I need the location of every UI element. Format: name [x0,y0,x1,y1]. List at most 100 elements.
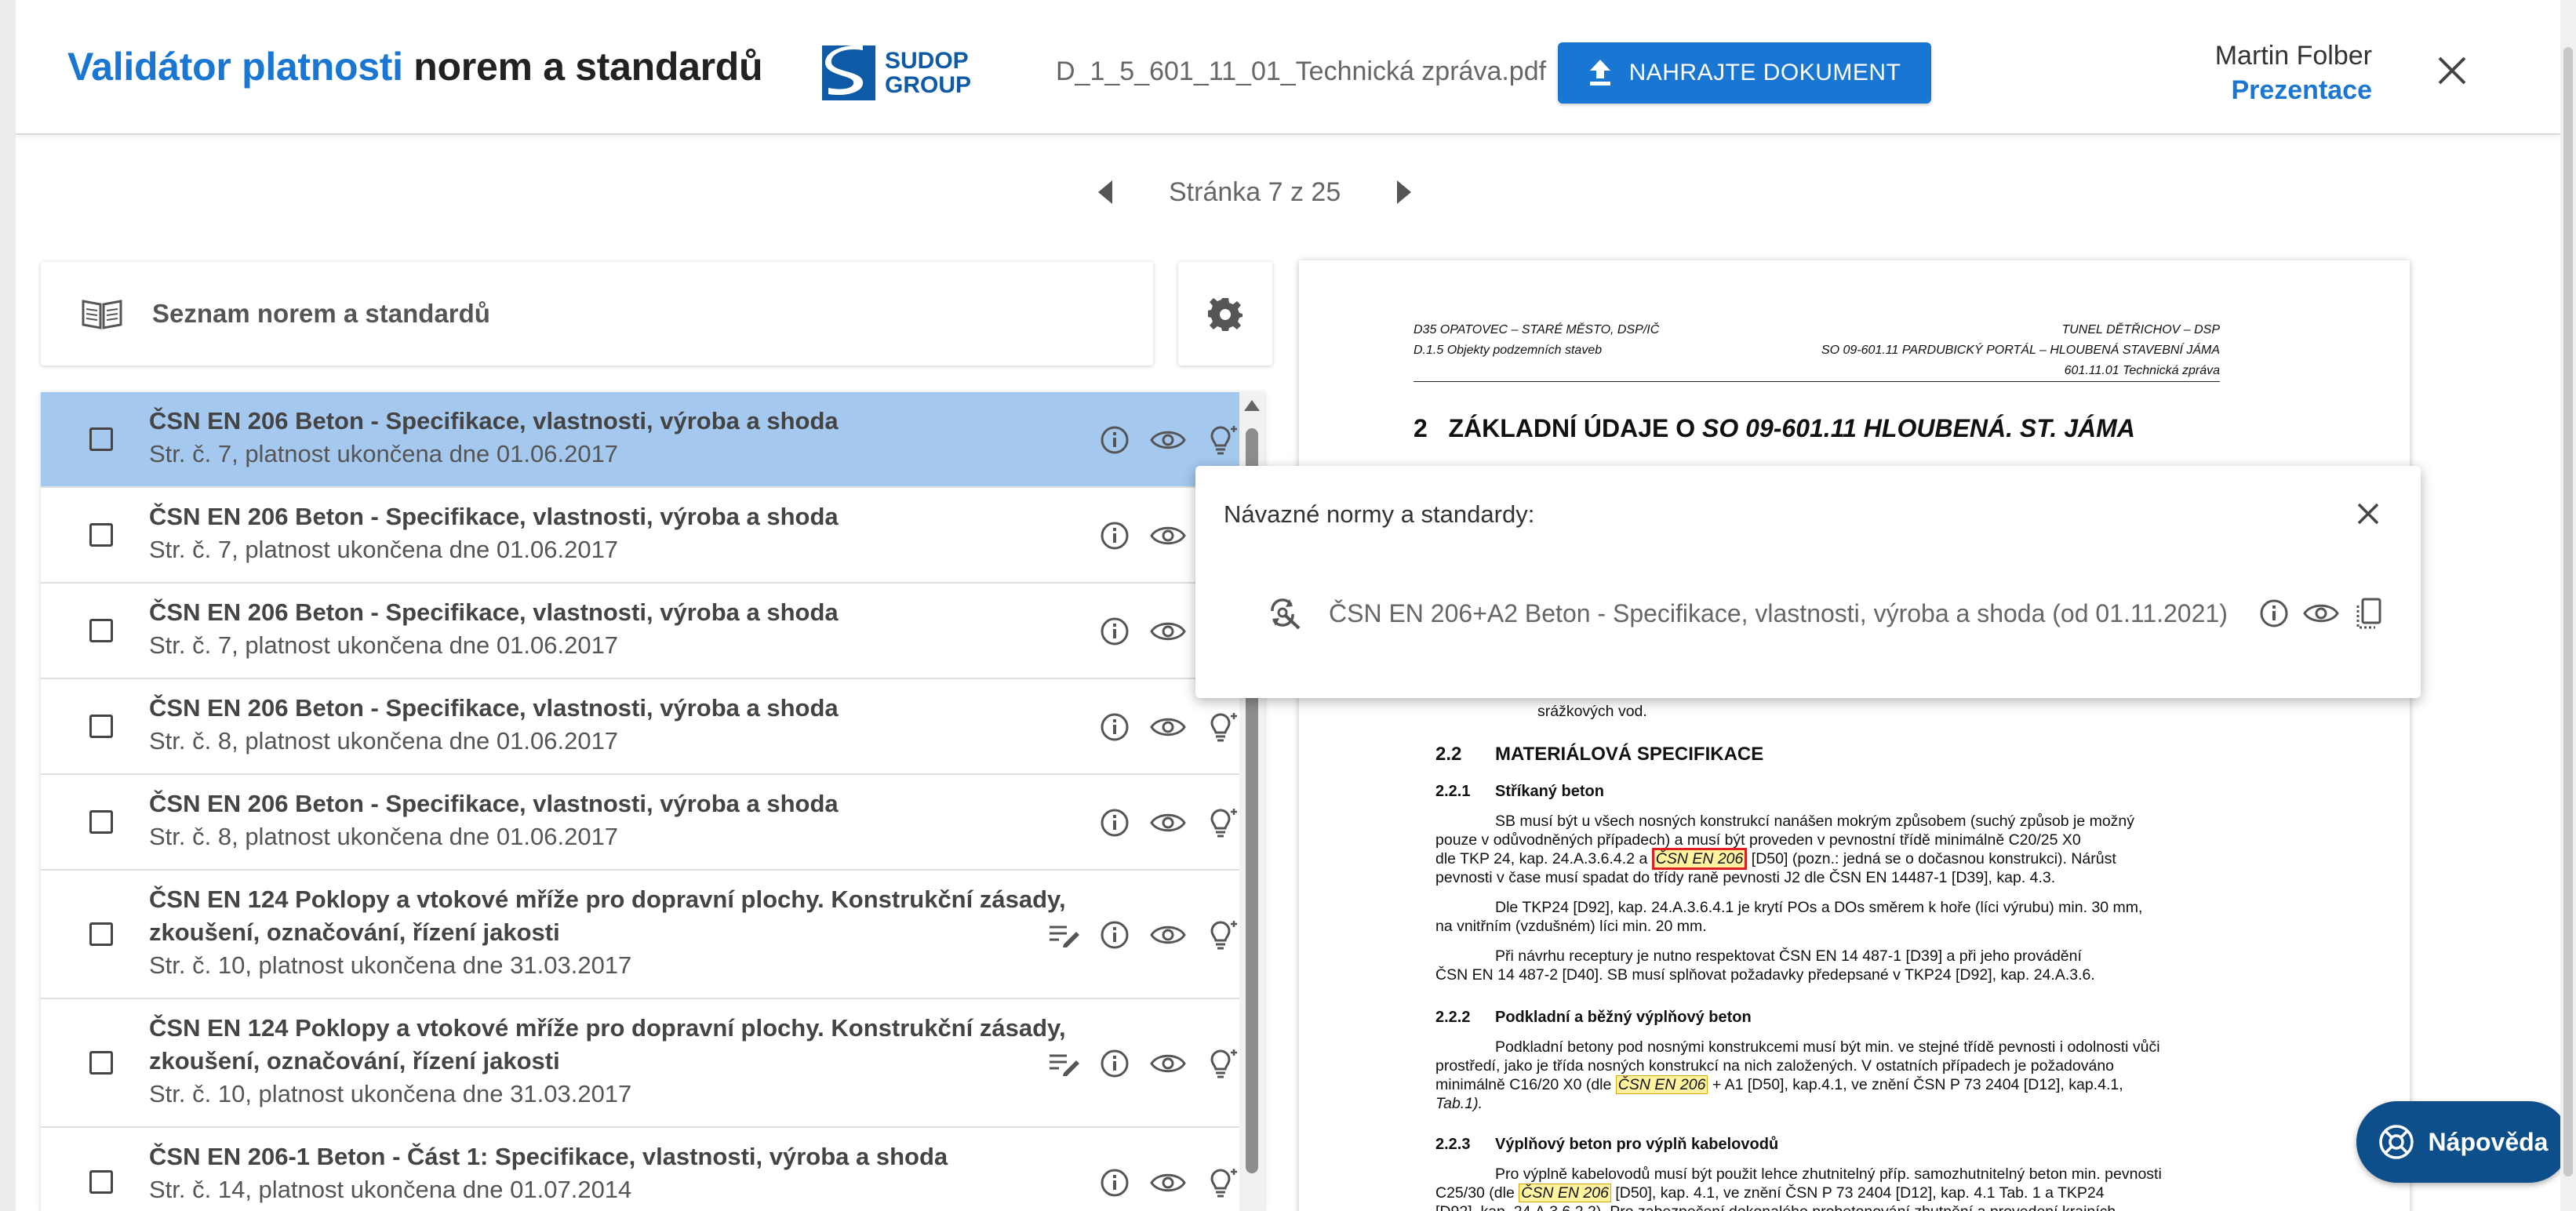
info-icon[interactable] [1100,808,1130,838]
lightbulb-icon[interactable] [1206,918,1241,952]
doc-p5-line3: [D92], kap. 24.A.3.6.2.2). Pro zabezpeče… [1435,1203,2116,1211]
help-button[interactable]: Nápověda [2356,1101,2560,1183]
eye-icon[interactable] [1150,811,1186,835]
doc-p5-line2b: [D50], kap. 4.1, ve znění ČSN P 73 2404 … [1615,1184,2105,1202]
info-icon[interactable] [1100,1168,1130,1198]
norm-list-item[interactable]: ČSN EN 206 Beton - Specifikace, vlastnos… [41,392,1264,488]
doc-section-2-2-2: Podkladní a běžný výplňový beton [1495,1009,1752,1026]
norm-checkbox[interactable] [89,810,113,834]
norm-actions [1079,1166,1241,1200]
logo-line2: GROUP [885,72,972,98]
doc-highlight-csn-en-206-2[interactable]: ČSN EN 206 [1519,1184,1611,1202]
norm-title: ČSN EN 206 Beton - Specifikace, vlastnos… [149,503,839,530]
document-filename: D_1_5_601_11_01_Technická zpráva.pdf [1056,56,1547,86]
norm-checkbox[interactable] [89,1170,113,1194]
next-page-icon[interactable] [1395,179,1413,205]
info-icon[interactable] [1100,1049,1130,1078]
norm-checkbox[interactable] [89,922,113,946]
norm-actions [1079,710,1241,744]
doc-section-2-2-number: 2.2 [1435,744,1462,765]
eye-icon[interactable] [2303,602,2339,625]
info-icon[interactable] [1100,521,1130,551]
norm-checkbox[interactable] [89,523,113,547]
related-norm-item: ČSN EN 206+A2 Beton - Specifikace, vlast… [1268,596,2383,631]
doc-section-2-2-3-number: 2.2.3 [1435,1136,1471,1153]
norm-checkbox[interactable] [89,1051,113,1075]
app-title-dark: norem a standardů [413,45,763,89]
edit-list-icon[interactable] [1048,922,1079,947]
settings-button[interactable] [1178,262,1272,365]
norm-checkbox[interactable] [89,715,113,738]
popup-title: Návazné normy a standardy: [1224,500,1535,528]
info-icon[interactable] [1100,425,1130,455]
doc-section-2-2-1: Stříkaný beton [1495,783,1604,800]
doc-section-2-2-3: Výplňový beton pro výplň kabelovodů [1495,1136,1779,1153]
doc-p5-line2a: C25/30 (dle [1435,1184,1515,1202]
scroll-up-icon[interactable] [1244,400,1260,411]
norm-actions [1079,806,1241,840]
norm-title: ČSN EN 206 Beton - Specifikace, vlastnos… [149,694,839,722]
doc-section-2-2-1-number: 2.2.1 [1435,783,1471,800]
norm-list-item[interactable]: ČSN EN 206 Beton - Specifikace, vlastnos… [41,775,1264,871]
norm-title: ČSN EN 124 Poklopy a vtokové mříže pro d… [149,1014,1066,1042]
norm-subtitle: Str. č. 14, platnost ukončena dne 01.07.… [149,1176,632,1203]
close-icon[interactable] [2436,55,2468,86]
eye-icon[interactable] [1150,428,1186,452]
lightbulb-icon[interactable] [1206,710,1241,744]
doc-p5-line2: C25/30 (dle ČSN EN 206 [D50], kap. 4.1, … [1435,1184,2105,1202]
norms-list-header: Seznam norem a standardů [41,262,1153,365]
doc-fragment: srážkových vod. [1537,703,1647,720]
user-name: Martin Folber [2214,41,2372,71]
eye-icon[interactable] [1150,1052,1186,1075]
eye-icon[interactable] [1150,715,1186,739]
page-scrollbar-thumb[interactable] [2563,47,2573,1176]
lightbulb-icon[interactable] [1206,806,1241,840]
app-title: Validátor platnosti norem a standardů [67,44,763,89]
user-role-link[interactable]: Prezentace [2231,75,2372,106]
norms-list-title: Seznam norem a standardů [152,299,490,328]
lightbulb-icon[interactable] [1206,423,1241,457]
doc-p2-line1: Dle TKP24 [D92], kap. 24.A.3.6.4.1 je kr… [1495,899,2143,916]
help-label: Nápověda [2428,1127,2549,1156]
norm-list-item[interactable]: ČSN EN 206 Beton - Specifikace, vlastnos… [41,679,1264,775]
norm-list-item[interactable]: ČSN EN 206 Beton - Specifikace, vlastnos… [41,488,1264,584]
lightbulb-icon[interactable] [1206,1046,1241,1081]
info-icon[interactable] [1100,920,1130,950]
eye-icon[interactable] [1150,923,1186,947]
eye-icon[interactable] [1150,524,1186,547]
norm-list-item[interactable]: ČSN EN 206-1 Beton - Část 1: Specifikace… [41,1128,1264,1211]
norms-list: ČSN EN 206 Beton - Specifikace, vlastnos… [41,392,1264,1211]
eye-icon[interactable] [1150,620,1186,643]
doc-p3-line2: ČSN EN 14 487-2 [D40]. SB musí splňovat … [1435,966,2095,984]
doc-p1-line2: pouze v odůvodněných případech) a musí b… [1435,831,2081,849]
norm-actions [1079,423,1241,457]
norm-list-item[interactable]: ČSN EN 206 Beton - Specifikace, vlastnos… [41,584,1264,679]
logo-line1: SUDOP [885,48,969,74]
eye-icon[interactable] [1150,1171,1186,1195]
upload-document-button[interactable]: NAHRAJTE DOKUMENT [1558,42,1931,104]
copy-icon[interactable] [2353,596,2383,631]
edit-list-icon[interactable] [1048,1051,1079,1076]
document-preview: D35 OPATOVEC – STARÉ MĚSTO, DSP/IČ D.1.5… [1299,260,2410,1211]
doc-p1-line4: pevnosti v čase musí spadat do třídy ran… [1435,869,2056,886]
norm-checkbox[interactable] [89,619,113,642]
info-icon[interactable] [1100,616,1130,646]
doc-p5-line1: Pro výplně kabelovodů musí být použit le… [1495,1166,2162,1183]
norm-subtitle: Str. č. 8, platnost ukončena dne 01.06.2… [149,727,619,755]
norm-subtitle: Str. č. 7, platnost ukončena dne 01.06.2… [149,536,619,563]
doc-highlight-csn-en-206-active[interactable]: ČSN EN 206 [1651,848,1748,870]
norm-list-item[interactable]: ČSN EN 124 Poklopy a vtokové mříže pro d… [41,999,1264,1128]
sudop-logo: SUDOP GROUP [822,44,971,102]
doc-highlight-csn-en-206[interactable]: ČSN EN 206 [1615,1075,1708,1094]
norm-list-item[interactable]: ČSN EN 124 Poklopy a vtokové mříže pro d… [41,871,1264,999]
info-icon[interactable] [2259,598,2289,628]
book-icon [82,300,122,329]
norm-checkbox[interactable] [89,427,113,451]
doc-header-right3: 601.11.01 Technická zpráva [2064,364,2220,377]
info-icon[interactable] [1100,712,1130,742]
norm-subtitle: Str. č. 10, platnost ukončena dne 31.03.… [149,951,632,979]
app-title-blue: Validátor platnosti [67,45,403,89]
lightbulb-icon[interactable] [1206,1166,1241,1200]
prev-page-icon[interactable] [1097,179,1114,205]
popup-close-icon[interactable] [2356,502,2380,525]
